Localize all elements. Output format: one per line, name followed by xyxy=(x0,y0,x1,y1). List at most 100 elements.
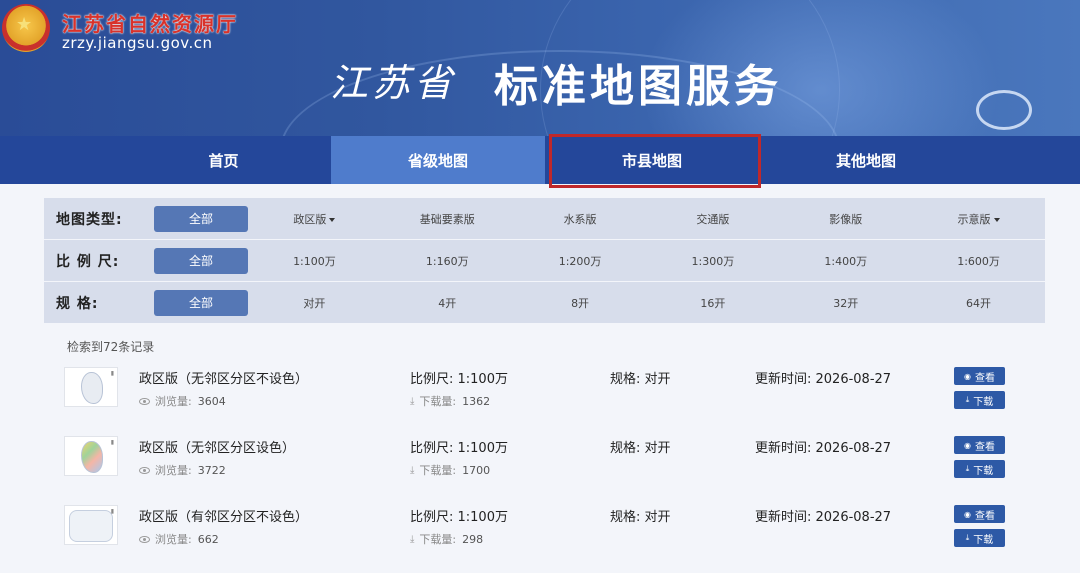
filter-option-label: 示意版 xyxy=(957,212,991,226)
filter-option-type[interactable]: 水系版 xyxy=(514,211,647,227)
result-updated: 更新时间: 2026-08-27 xyxy=(755,510,892,525)
download-icon: ⤓ xyxy=(965,395,970,404)
result-updated: 更新时间: 2026-08-27 xyxy=(755,372,892,387)
filter-type-options: 政区版 基础要素版 水系版 交通版 影像版 示意版 xyxy=(248,211,1045,227)
filter-option-type[interactable]: 示意版 xyxy=(912,211,1045,227)
map-thumbnail[interactable]: ▮ xyxy=(64,367,118,407)
result-title[interactable]: 政区版（无邻区分区设色） xyxy=(139,437,295,456)
filter-scale-options: 1:100万 1:160万 1:200万 1:300万 1:400万 1:600… xyxy=(248,253,1045,269)
filter-option-size[interactable]: 8开 xyxy=(514,295,647,311)
eye-icon: ◉ xyxy=(964,509,971,519)
banner-title-province: 江苏省 xyxy=(330,61,457,105)
thumbnail-mark: ▮ xyxy=(110,508,114,515)
downloads-label: 下载量: xyxy=(419,533,457,546)
thumbnail-mark: ▮ xyxy=(110,439,114,446)
map-shape xyxy=(69,510,113,542)
site-name[interactable]: 江苏省自然资源厅 xyxy=(62,8,238,37)
downloads-value: 1700 xyxy=(462,463,491,477)
views-value: 3722 xyxy=(197,463,226,477)
download-button[interactable]: ⤓ 下载 xyxy=(954,391,1005,409)
filter-label-size: 规 格: xyxy=(56,295,99,312)
result-item: ▮ 政区版（有邻区分区不设色） 浏览量: 662 比例尺: 1:100万 ⤓ 下载量… xyxy=(0,505,1080,565)
downloads-value: 298 xyxy=(462,532,484,546)
nav-home[interactable]: 首页 xyxy=(0,136,331,184)
banner-title-service: 标准地图服务 xyxy=(494,61,782,112)
eye-icon xyxy=(139,535,150,543)
view-button[interactable]: ◉ 查看 xyxy=(954,505,1005,523)
view-button-label: 查看 xyxy=(974,372,995,384)
download-icon: ⤓ xyxy=(410,464,415,476)
result-title[interactable]: 政区版（有邻区分区不设色） xyxy=(139,506,308,525)
filter-option-size[interactable]: 64开 xyxy=(912,295,1045,311)
filter-option-scale[interactable]: 1:400万 xyxy=(779,253,912,269)
filter-option-type[interactable]: 基础要素版 xyxy=(381,211,514,227)
filter-option-scale[interactable]: 1:100万 xyxy=(248,253,381,269)
downloads-value: 1362 xyxy=(462,394,491,408)
result-downloads: ⤓ 下载量: 1362 xyxy=(410,393,490,409)
site-url[interactable]: zrzy.jiangsu.gov.cn xyxy=(62,34,213,52)
result-updated: 更新时间: 2026-08-27 xyxy=(755,441,892,456)
map-shape xyxy=(81,441,103,473)
result-views: 浏览量: 3722 xyxy=(139,462,226,478)
view-button[interactable]: ◉ 查看 xyxy=(954,436,1005,454)
download-button-label: 下载 xyxy=(973,534,994,546)
filter-option-scale[interactable]: 1:600万 xyxy=(912,253,1045,269)
downloads-label: 下载量: xyxy=(419,395,457,408)
result-views: 浏览量: 3604 xyxy=(139,393,226,409)
eye-icon: ◉ xyxy=(964,440,971,450)
filter-row-size: 规 格: 全部 对开 4开 8开 16开 32开 64开 xyxy=(44,282,1045,323)
view-button-label: 查看 xyxy=(974,510,995,522)
eye-icon xyxy=(139,397,150,405)
filter-option-scale[interactable]: 1:160万 xyxy=(381,253,514,269)
result-count: 检索到72条记录 xyxy=(67,340,155,354)
chevron-down-icon xyxy=(329,217,336,222)
map-thumbnail[interactable]: ▮ xyxy=(64,505,118,545)
filter-option-scale[interactable]: 1:200万 xyxy=(514,253,647,269)
filter-size-all-button[interactable]: 全部 xyxy=(154,289,248,316)
result-title[interactable]: 政区版（无邻区分区不设色） xyxy=(139,368,308,387)
download-button[interactable]: ⤓ 下载 xyxy=(954,529,1005,547)
filter-option-size[interactable]: 16开 xyxy=(646,295,779,311)
eye-icon xyxy=(139,466,150,474)
view-button[interactable]: ◉ 查看 xyxy=(954,367,1005,385)
filter-scale-all-button[interactable]: 全部 xyxy=(154,247,248,274)
filter-size-options: 对开 4开 8开 16开 32开 64开 xyxy=(248,295,1045,311)
filter-option-scale[interactable]: 1:300万 xyxy=(646,253,779,269)
download-icon: ⤓ xyxy=(410,395,415,407)
filter-option-size[interactable]: 对开 xyxy=(248,295,381,311)
result-scale: 比例尺: 1:100万 xyxy=(410,372,508,387)
download-icon: ⤓ xyxy=(410,533,415,545)
filter-row-type: 地图类型: 全部 政区版 基础要素版 水系版 交通版 影像版 示意版 xyxy=(44,198,1045,239)
result-scale: 比例尺: 1:100万 xyxy=(410,441,508,456)
views-label: 浏览量: xyxy=(155,395,192,408)
main-nav: 首页 省级地图 市县地图 其他地图 xyxy=(0,134,1080,188)
result-downloads: ⤓ 下载量: 1700 xyxy=(410,462,490,478)
map-thumbnail[interactable]: ▮ xyxy=(64,436,118,476)
result-size: 规格: 对开 xyxy=(610,510,671,525)
nav-city-county-maps[interactable]: 市县地图 xyxy=(545,134,761,188)
download-button-label: 下载 xyxy=(973,465,994,477)
filter-label-scale: 比 例 尺: xyxy=(56,253,120,270)
filter-type-all-button[interactable]: 全部 xyxy=(154,205,248,232)
filter-option-size[interactable]: 32开 xyxy=(779,295,912,311)
result-scale: 比例尺: 1:100万 xyxy=(410,510,508,525)
download-button[interactable]: ⤓ 下载 xyxy=(954,460,1005,478)
filter-option-type[interactable]: 交通版 xyxy=(646,211,779,227)
header-banner: ★ 江苏省自然资源厅 zrzy.jiangsu.gov.cn 江苏省 标准地图服… xyxy=(0,0,1080,136)
result-item: ▮ 政区版（无邻区分区不设色） 浏览量: 3604 比例尺: 1:100万 ⤓ 下载… xyxy=(0,367,1080,427)
filter-row-scale: 比 例 尺: 全部 1:100万 1:160万 1:200万 1:300万 1:… xyxy=(44,240,1045,281)
nav-provincial-maps[interactable]: 省级地图 xyxy=(331,136,545,184)
views-value: 3604 xyxy=(197,394,226,408)
download-icon: ⤓ xyxy=(965,533,970,542)
chevron-down-icon xyxy=(993,217,1000,222)
national-emblem-icon[interactable]: ★ xyxy=(2,4,50,52)
filter-panel: 地图类型: 全部 政区版 基础要素版 水系版 交通版 影像版 示意版 比 例 尺… xyxy=(44,198,1045,323)
views-label: 浏览量: xyxy=(155,464,192,477)
filter-option-type[interactable]: 影像版 xyxy=(779,211,912,227)
filter-option-type[interactable]: 政区版 xyxy=(248,211,381,227)
filter-option-size[interactable]: 4开 xyxy=(381,295,514,311)
map-shape xyxy=(81,372,103,404)
nav-other-maps[interactable]: 其他地图 xyxy=(759,136,1080,184)
filter-option-label: 政区版 xyxy=(293,212,327,226)
views-label: 浏览量: xyxy=(155,533,192,546)
